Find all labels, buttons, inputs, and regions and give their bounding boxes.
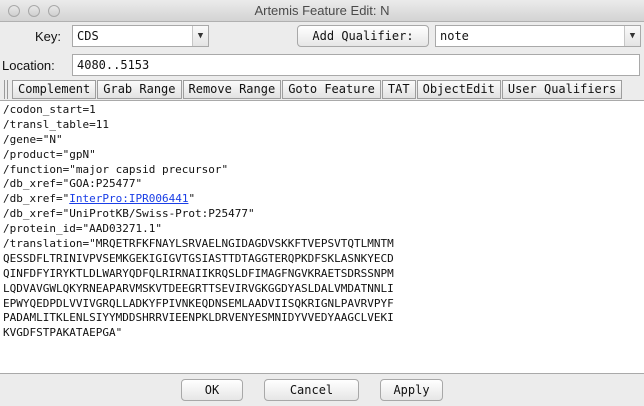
apply-button[interactable]: Apply	[380, 379, 443, 401]
interpro-suffix: "	[188, 192, 196, 206]
qualifier-line	[3, 341, 641, 356]
toolbar-grip-icon[interactable]	[4, 80, 10, 99]
location-label: Location:	[2, 58, 55, 73]
feature-toolbar: Complement Grab Range Remove Range Goto …	[4, 80, 623, 99]
qualifier-line: /protein_id="AAD03271.1"	[3, 222, 162, 236]
key-select[interactable]: CDS ▼	[72, 25, 209, 47]
user-qualifiers-button[interactable]: User Qualifiers	[501, 80, 623, 99]
qualifier-line-interpro: /db_xref="InterPro:IPR006441"	[3, 192, 641, 207]
window-title: Artemis Feature Edit: N	[254, 3, 390, 18]
qualifier-line: /function="major capsid precursor"	[3, 162, 229, 176]
goto-feature-button[interactable]: Goto Feature	[282, 80, 381, 99]
add-qualifier-button[interactable]: Add Qualifier:	[297, 25, 429, 47]
qualifier-line: /codon_start=1	[3, 103, 96, 116]
qualifier-line: KVGDFSTPAKATAEPGA"	[3, 326, 123, 340]
key-value: CDS	[77, 29, 99, 43]
qualifier-line: /db_xref="GOA:P25477"	[3, 177, 143, 191]
interpro-link[interactable]: InterPro:IPR006441	[69, 192, 188, 205]
qualifier-line: EPWYQEDPDLVVIVGRQLLADKYFPIVNKEQDNSEMLAAD…	[3, 296, 394, 310]
cancel-button[interactable]: Cancel	[264, 379, 359, 401]
qualifier-line: PADAMLITKLENLSIYYMDDSHRRVIEENPKLDRVENYES…	[3, 311, 394, 325]
title-bar: Artemis Feature Edit: N	[0, 0, 644, 22]
grab-range-button[interactable]: Grab Range	[97, 80, 182, 99]
tat-button[interactable]: TAT	[381, 80, 416, 99]
qualifier-line: LQDVAVGWLQKYRNEAPARVMSKVTDEEGRTTSEVIRVGK…	[3, 281, 394, 295]
key-label: Key:	[35, 29, 62, 44]
interpro-prefix: /db_xref="	[3, 192, 70, 206]
qualifier-line: /product="gpN"	[3, 147, 96, 161]
qualifier-line: /db_xref="UniProtKB/Swiss-Prot:P25477"	[3, 207, 255, 221]
qualifier-line: /transl_table=11	[3, 117, 109, 131]
ok-button[interactable]: OK	[181, 379, 243, 401]
object-edit-button[interactable]: ObjectEdit	[416, 80, 501, 99]
qualifier-line: QINFDFYIRYKTLDLWARYQDFQLRIRNAIIKRQSLDFIM…	[3, 266, 394, 280]
location-value: 4080..5153	[77, 58, 150, 72]
qualifier-line: /gene="N"	[3, 132, 63, 146]
location-input[interactable]: 4080..5153	[72, 54, 640, 76]
qualifiers-textarea[interactable]: /codon_start=1 /transl_table=11 /gene="N…	[0, 100, 644, 374]
remove-range-button[interactable]: Remove Range	[182, 80, 282, 99]
complement-button[interactable]: Complement	[12, 80, 97, 99]
chevron-down-icon: ▼	[192, 26, 208, 46]
qualifier-line: QESSDFLTRINIVPVSEMKGEKIGIGVTGSIASTTDTAGG…	[3, 251, 394, 265]
qualifier-line: /translation="MRQETRFKFNAYLSRVAELNGIDAGD…	[3, 237, 394, 251]
qualifier-select[interactable]: note ▼	[435, 25, 641, 47]
chevron-down-icon: ▼	[624, 26, 640, 46]
qualifier-value: note	[440, 29, 469, 43]
